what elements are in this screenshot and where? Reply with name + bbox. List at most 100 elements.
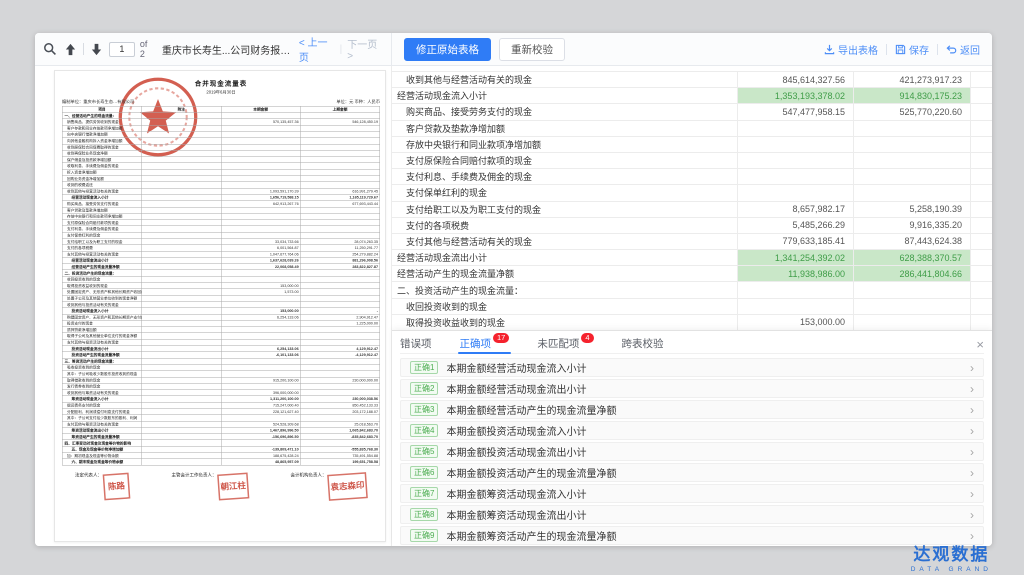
chevron-right-icon: › xyxy=(970,362,974,374)
validation-item[interactable]: 正确6本期金额投资活动产生的现金流量净额› xyxy=(400,463,984,482)
table-row[interactable]: 收到其他与经营活动有关的现金845,614,327.56421,273,917.… xyxy=(392,72,992,88)
row-current-amount[interactable] xyxy=(738,153,854,168)
table-row[interactable]: 支付保单红利的现金 xyxy=(392,185,992,201)
statement-title: 合并现金流量表 xyxy=(62,78,380,88)
row-current-amount[interactable] xyxy=(738,299,854,314)
row-current-amount[interactable] xyxy=(738,137,854,152)
validation-item-text: 本期金额经营活动现金流入小计 xyxy=(446,360,586,375)
signature-label: 会计机构负责人： xyxy=(290,471,326,478)
table-row[interactable]: 经营活动现金流出小计1,341,254,392.02628,388,370.57 xyxy=(392,250,992,266)
row-item-name: 存放中央银行和同业款项净增加额 xyxy=(392,137,738,152)
tab-未匹配项[interactable]: 未匹配项4 xyxy=(537,331,593,353)
row-current-amount[interactable]: 845,614,327.56 xyxy=(738,72,854,87)
validation-item-text: 本期金额筹资活动现金流入小计 xyxy=(446,486,586,501)
page-number-input[interactable] xyxy=(109,42,135,57)
page-down-icon[interactable] xyxy=(89,41,104,57)
row-current-amount[interactable] xyxy=(738,121,854,136)
row-current-amount[interactable]: 1,353,193,378.02 xyxy=(738,88,854,103)
magnifier-icon[interactable] xyxy=(43,41,58,57)
table-row[interactable]: 支付给职工以及为职工支付的现金8,657,982.175,258,190.39 xyxy=(392,202,992,218)
validation-item[interactable]: 正确8本期金额筹资活动现金流出小计› xyxy=(400,505,984,524)
validation-item[interactable]: 正确5本期金额投资活动现金流出小计› xyxy=(400,442,984,461)
row-prior-amount[interactable] xyxy=(854,315,971,330)
app-background: of 2 重庆市长寿生...公司财务报表.pdf < 上一页 | 下一页 > 修… xyxy=(0,0,1024,575)
row-prior-amount[interactable] xyxy=(854,169,971,184)
tab-正确项[interactable]: 正确项17 xyxy=(460,331,510,353)
chevron-right-icon: › xyxy=(970,509,974,521)
export-table-label: 导出表格 xyxy=(838,42,878,57)
correct-badge: 正确7 xyxy=(410,487,438,500)
app-window: of 2 重庆市长寿生...公司财务报表.pdf < 上一页 | 下一页 > 修… xyxy=(35,33,992,546)
table-row[interactable]: 存放中央银行和同业款项净增加额 xyxy=(392,137,992,153)
row-current-amount[interactable] xyxy=(738,169,854,184)
table-row[interactable]: 经营活动现金流入小计1,353,193,378.02914,830,175.23 xyxy=(392,88,992,104)
page-up-icon[interactable] xyxy=(63,41,78,57)
row-current-amount[interactable]: 8,657,982.17 xyxy=(738,202,854,217)
row-prior-amount[interactable]: 5,258,190.39 xyxy=(854,202,971,217)
toolbar: of 2 重庆市长寿生...公司财务报表.pdf < 上一页 | 下一页 > 修… xyxy=(35,33,992,66)
row-item-name: 收到其他与经营活动有关的现金 xyxy=(392,72,738,87)
row-current-amount[interactable]: 153,000.00 xyxy=(738,315,854,330)
row-prior-amount[interactable]: 914,830,175.23 xyxy=(854,88,971,103)
row-item-name: 支付的各项税费 xyxy=(392,218,738,233)
close-icon[interactable]: × xyxy=(976,334,984,351)
row-current-amount[interactable]: 11,938,986.00 xyxy=(738,266,854,281)
tab-label: 正确项 xyxy=(460,336,492,351)
save-link[interactable]: 保存 xyxy=(895,42,929,57)
row-prior-amount[interactable] xyxy=(854,153,971,168)
back-link[interactable]: 返回 xyxy=(946,42,980,57)
export-table-link[interactable]: 导出表格 xyxy=(824,42,878,57)
tab-跨表校验[interactable]: 跨表校验 xyxy=(622,331,664,353)
table-row[interactable]: 支付原保险合同赔付款项的现金 xyxy=(392,153,992,169)
row-prior-amount[interactable] xyxy=(854,121,971,136)
table-row[interactable]: 取得投资收益收到的现金153,000.00 xyxy=(392,315,992,330)
table-row[interactable]: 经营活动产生的现金流量净额11,938,986.00286,441,804.66 xyxy=(392,266,992,282)
row-prior-amount[interactable]: 525,770,220.60 xyxy=(854,104,971,119)
validation-item[interactable]: 正确9本期金额筹资活动产生的现金流量净额› xyxy=(400,526,984,545)
table-row[interactable]: 收回投资收到的现金 xyxy=(392,299,992,315)
row-current-amount[interactable]: 547,477,958.15 xyxy=(738,104,854,119)
table-row[interactable]: 购买商品、接受劳务支付的现金547,477,958.15525,770,220.… xyxy=(392,104,992,120)
statement-date: 2019年6月30日 xyxy=(62,89,380,95)
correct-badge: 正确9 xyxy=(410,529,438,542)
row-prior-amount[interactable] xyxy=(854,282,971,297)
row-prior-amount[interactable] xyxy=(854,299,971,314)
row-current-amount[interactable]: 1,341,254,392.02 xyxy=(738,250,854,265)
save-label: 保存 xyxy=(909,42,929,57)
fix-original-table-button[interactable]: 修正原始表格 xyxy=(404,38,491,61)
revalidate-button[interactable]: 重新校验 xyxy=(499,38,565,61)
signature-label: 主管会计工作负责人： xyxy=(171,471,216,478)
datagrand-logo: 达观数据 DATA GRAND xyxy=(911,540,992,573)
validation-item[interactable]: 正确3本期金额经营活动产生的现金流量净额› xyxy=(400,400,984,419)
document-content: 合并现金流量表 2019年6月30日 编制单位：重庆市长寿生态…有限公司 单位：… xyxy=(55,71,386,499)
row-prior-amount[interactable]: 87,443,624.38 xyxy=(854,234,971,249)
correct-badge: 正确8 xyxy=(410,508,438,521)
next-page-link[interactable]: 下一页 > xyxy=(347,36,383,62)
validation-item[interactable]: 正确7本期金额筹资活动现金流入小计› xyxy=(400,484,984,503)
row-prior-amount[interactable]: 421,273,917.23 xyxy=(854,72,971,87)
row-current-amount[interactable] xyxy=(738,185,854,200)
row-prior-amount[interactable]: 286,441,804.66 xyxy=(854,266,971,281)
validation-item[interactable]: 正确2本期金额经营活动现金流出小计› xyxy=(400,379,984,398)
row-prior-amount[interactable] xyxy=(854,185,971,200)
row-current-amount[interactable]: 779,633,185.41 xyxy=(738,234,854,249)
table-row[interactable]: 二、投资活动产生的现金流量： xyxy=(392,282,992,298)
table-row[interactable]: 支付利息、手续费及佣金的现金 xyxy=(392,169,992,185)
table-row[interactable]: 支付其他与经营活动有关的现金779,633,185.4187,443,624.3… xyxy=(392,234,992,250)
toolbar-divider xyxy=(83,43,84,55)
row-prior-amount[interactable] xyxy=(854,137,971,152)
row-current-amount[interactable] xyxy=(738,282,854,297)
signature-label: 法定代表人： xyxy=(75,471,102,478)
validation-item[interactable]: 正确4本期金额投资活动现金流入小计› xyxy=(400,421,984,440)
table-row[interactable]: 支付的各项税费5,485,266.299,916,335.20 xyxy=(392,218,992,234)
row-prior-amount[interactable]: 9,916,335.20 xyxy=(854,218,971,233)
validation-item[interactable]: 正确1本期金额经营活动现金流入小计› xyxy=(400,358,984,377)
prev-page-link[interactable]: < 上一页 xyxy=(299,34,335,64)
row-prior-amount[interactable]: 628,388,370.57 xyxy=(854,250,971,265)
row-item-name: 取得投资收益收到的现金 xyxy=(392,315,738,330)
tab-错误项[interactable]: 错误项 xyxy=(400,331,432,353)
return-icon xyxy=(946,44,957,55)
row-current-amount[interactable]: 5,485,266.29 xyxy=(738,218,854,233)
pdf-viewer[interactable]: 合并现金流量表 2019年6月30日 编制单位：重庆市长寿生态…有限公司 单位：… xyxy=(35,66,391,546)
table-row[interactable]: 客户贷款及垫款净增加额 xyxy=(392,121,992,137)
